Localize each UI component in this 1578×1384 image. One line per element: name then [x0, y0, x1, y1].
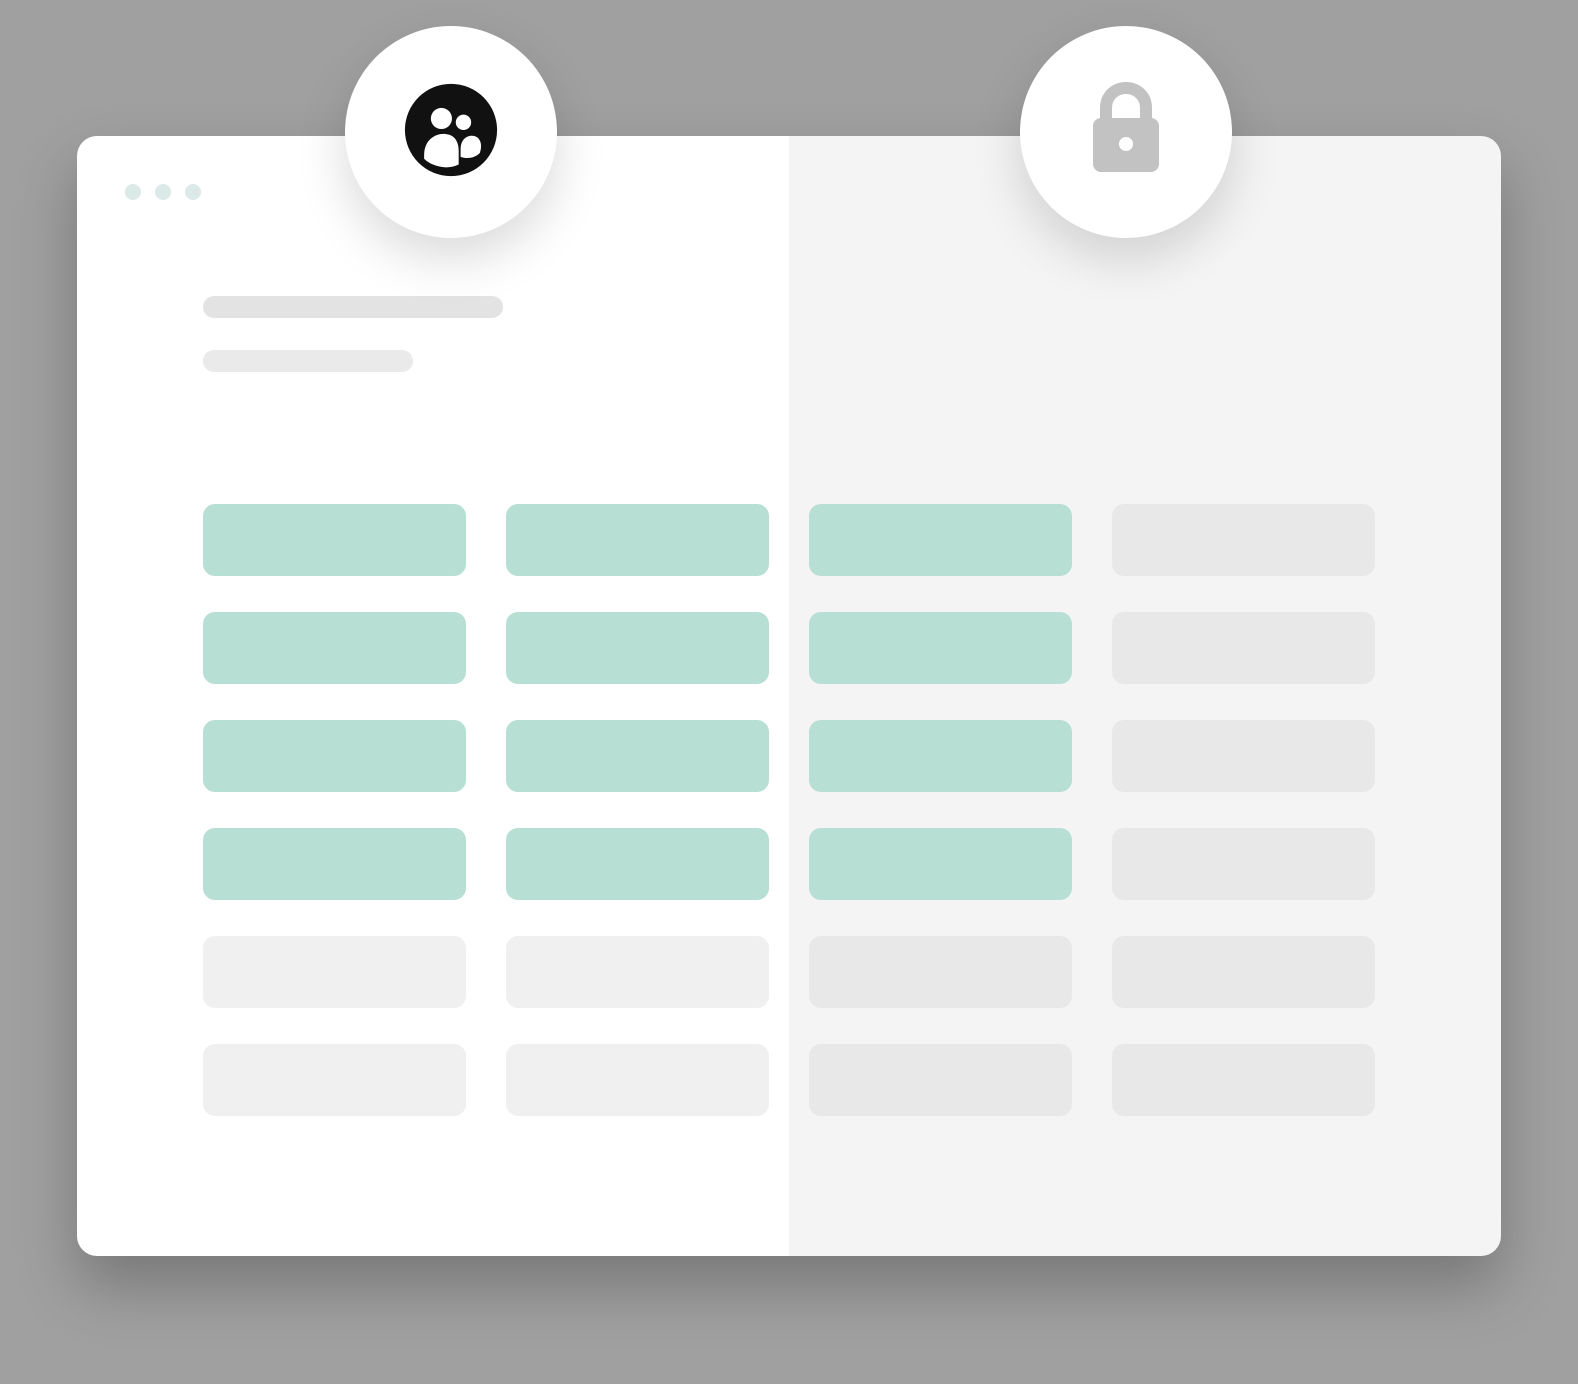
grid-cell	[809, 828, 1072, 900]
grid-cell	[809, 1044, 1072, 1116]
title-placeholder	[203, 296, 503, 318]
grid-cell	[809, 612, 1072, 684]
window-controls	[125, 184, 201, 200]
header-placeholder	[203, 296, 503, 372]
people-badge	[345, 26, 557, 238]
grid-cell	[203, 936, 466, 1008]
grid-cell	[203, 504, 466, 576]
grid-cell	[203, 720, 466, 792]
grid-cell	[1112, 1044, 1375, 1116]
window-control-close[interactable]	[125, 184, 141, 200]
grid-cell	[203, 1044, 466, 1116]
lock-badge	[1020, 26, 1232, 238]
content-grid	[203, 504, 1375, 1116]
grid-cell	[1112, 720, 1375, 792]
grid-cell	[506, 828, 769, 900]
grid-cell	[506, 720, 769, 792]
grid-cell	[809, 504, 1072, 576]
grid-cell	[1112, 828, 1375, 900]
grid-cell	[203, 828, 466, 900]
grid-cell	[809, 720, 1072, 792]
lock-icon	[1081, 80, 1171, 185]
grid-cell	[506, 504, 769, 576]
app-window	[77, 136, 1501, 1256]
grid-cell	[506, 612, 769, 684]
window-control-minimize[interactable]	[155, 184, 171, 200]
grid-cell	[506, 936, 769, 1008]
grid-cell	[809, 936, 1072, 1008]
grid-cell	[1112, 936, 1375, 1008]
people-icon	[403, 82, 499, 183]
grid-cell	[203, 612, 466, 684]
grid-cell	[1112, 504, 1375, 576]
grid-cell	[1112, 612, 1375, 684]
grid-cell	[506, 1044, 769, 1116]
subtitle-placeholder	[203, 350, 413, 372]
window-control-zoom[interactable]	[185, 184, 201, 200]
